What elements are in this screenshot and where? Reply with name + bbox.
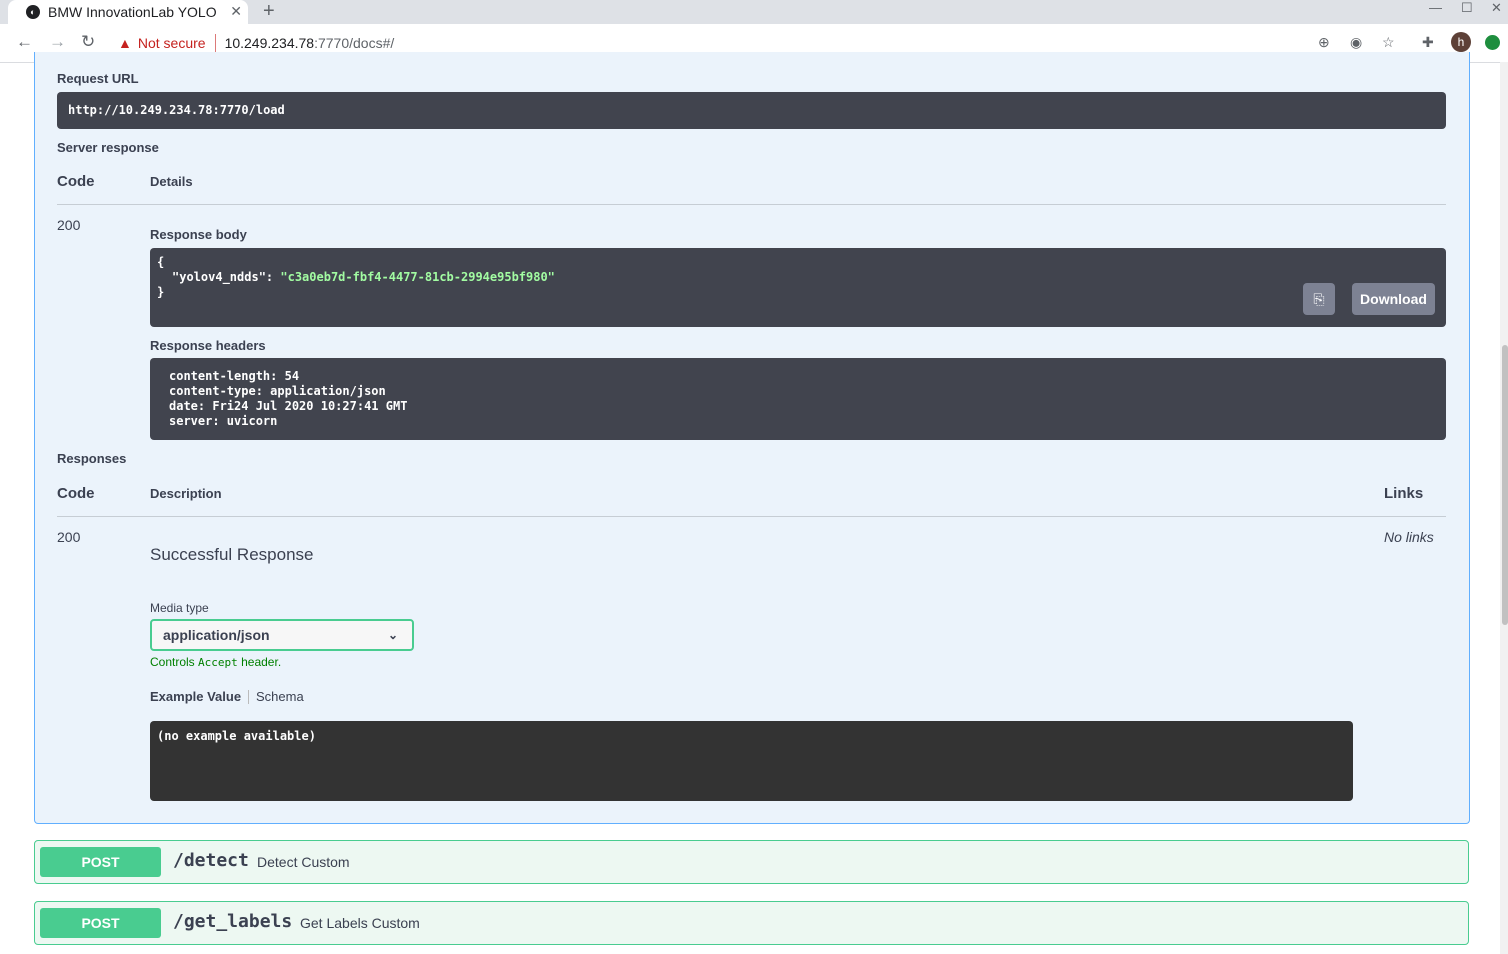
clipboard-icon: ⎘ — [1313, 290, 1325, 307]
response-body-label: Response body — [150, 227, 247, 242]
download-button[interactable]: Download — [1352, 283, 1435, 315]
extensions-icon[interactable]: ✚ — [1422, 34, 1434, 51]
divider — [57, 516, 1446, 517]
response-description: Successful Response — [150, 545, 314, 564]
responses-code-header: Code — [57, 485, 95, 502]
endpoint-summary: Detect Custom — [257, 854, 350, 870]
extension-green-icon[interactable] — [1485, 35, 1500, 50]
endpoint-get-labels[interactable]: POST /get_labels Get Labels Custom — [34, 901, 1469, 945]
site-favicon-icon: ◐ — [26, 5, 40, 19]
server-response-details-header: Details — [150, 174, 193, 189]
response-header-line: content-length: 54 — [169, 369, 300, 383]
endpoint-path: /get_labels — [173, 911, 293, 932]
response-body-box: { "yolov4_ndds": "c3a0eb7d-fbf4-4477-81c… — [150, 248, 1446, 327]
server-response-label: Server response — [57, 140, 159, 155]
example-value-box: (no example available) — [150, 721, 1353, 801]
response-body-open-brace: { — [157, 255, 165, 269]
minimize-icon[interactable]: — — [1429, 0, 1442, 15]
zoom-icon[interactable]: ⊕ — [1318, 34, 1330, 51]
server-response-code: 200 — [57, 217, 81, 233]
response-body-value: "c3a0eb7d-fbf4-4477-81cb-2994e95bf980" — [280, 270, 555, 284]
divider — [57, 204, 1446, 205]
endpoint-path: /detect — [173, 850, 249, 871]
new-tab-button[interactable]: + — [263, 0, 275, 23]
window-close-icon[interactable]: ✕ — [1491, 0, 1502, 16]
warning-icon: ▲ — [118, 35, 132, 51]
method-badge: POST — [40, 908, 161, 938]
reload-icon[interactable]: ↻ — [81, 32, 95, 52]
responses-label: Responses — [57, 451, 127, 466]
request-url-label: Request URL — [57, 71, 139, 86]
endpoint-summary: Get Labels Custom — [300, 915, 420, 931]
copy-to-clipboard-button[interactable]: ⎘ — [1303, 283, 1335, 315]
media-type-select[interactable]: application/json ⌄ — [150, 619, 414, 651]
bookmark-star-icon[interactable]: ☆ — [1382, 34, 1395, 51]
tab-strip: ◐ BMW InnovationLab YOLO ✕ + — ☐ ✕ — [0, 0, 1508, 24]
server-response-code-header: Code — [57, 173, 95, 190]
response-headers-label: Response headers — [150, 338, 266, 353]
response-header-line: content-type: application/json — [169, 384, 386, 398]
request-url-value: http://10.249.234.78:7770/load — [68, 103, 285, 117]
media-type-label: Media type — [150, 601, 209, 615]
back-icon[interactable]: ← — [16, 32, 33, 52]
response-body-line: "yolov4_ndds": "c3a0eb7d-fbf4-4477-81cb-… — [172, 270, 555, 284]
example-value-text: (no example available) — [157, 729, 316, 743]
tab-schema[interactable]: Schema — [256, 689, 304, 704]
endpoint-detect[interactable]: POST /detect Detect Custom — [34, 840, 1469, 884]
browser-tab[interactable]: ◐ BMW InnovationLab YOLO ✕ — [8, 0, 248, 24]
not-secure-label: Not secure — [137, 35, 206, 51]
response-links: No links — [1384, 529, 1434, 545]
responses-description-header: Description — [150, 486, 222, 501]
method-badge: POST — [40, 847, 161, 877]
maximize-icon[interactable]: ☐ — [1461, 0, 1473, 16]
scrollbar-thumb[interactable] — [1502, 345, 1508, 625]
profile-avatar[interactable]: h — [1451, 32, 1471, 52]
request-url-box: http://10.249.234.78:7770/load — [57, 92, 1446, 129]
controls-accept-note: Controls Accept header. — [150, 655, 282, 669]
tab-close-icon[interactable]: ✕ — [230, 3, 242, 20]
url-text: 10.249.234.78:7770/docs#/ — [224, 35, 395, 51]
omnibox-separator — [214, 34, 216, 52]
response-header-line: server: uvicorn — [169, 414, 278, 428]
chevron-down-icon: ⌄ — [387, 628, 398, 642]
tab-title: BMW InnovationLab YOLO — [48, 4, 217, 20]
response-header-line: date: Fri24 Jul 2020 10:27:41 GMT — [169, 399, 408, 413]
tracking-eye-icon[interactable]: ◉ — [1350, 34, 1362, 51]
response-body-close-brace: } — [157, 285, 165, 299]
tab-divider — [248, 690, 249, 704]
media-type-value: application/json — [163, 627, 270, 643]
response-code: 200 — [57, 529, 81, 545]
responses-links-header: Links — [1384, 485, 1424, 502]
tab-example-value[interactable]: Example Value — [150, 689, 241, 704]
response-headers-box: content-length: 54 content-type: applica… — [150, 358, 1446, 440]
forward-icon[interactable]: → — [49, 32, 66, 52]
